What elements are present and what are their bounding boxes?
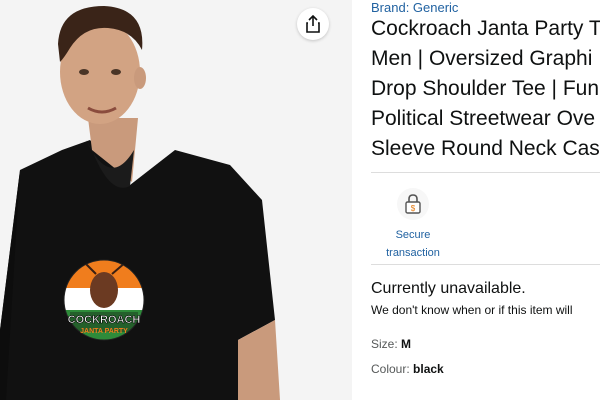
divider <box>371 264 600 265</box>
product-title-line: Political Streetwear Ove <box>371 107 596 130</box>
product-title: Cockroach Janta Party T Men | Oversized … <box>371 14 600 164</box>
colour-value: black <box>413 362 444 376</box>
availability-note: We don't know when or if this item will <box>371 303 573 317</box>
secure-label: Secure transaction <box>378 226 448 262</box>
product-title-line: Sleeve Round Neck Cas <box>371 137 600 160</box>
print-text-line2: JANTA PARTY <box>80 328 128 335</box>
lock-icon: $ <box>405 194 421 214</box>
brand-link[interactable]: Brand: Generic <box>371 0 458 15</box>
size-attribute: Size: M <box>371 337 411 351</box>
product-image-panel[interactable]: COCKROACH JANTA PARTY <box>0 0 352 400</box>
share-icon <box>306 15 320 33</box>
colour-label: Colour: <box>371 362 410 376</box>
product-title-line: Cockroach Janta Party T <box>371 17 600 40</box>
secure-label-line: Secure <box>395 229 431 241</box>
size-value: M <box>401 337 412 351</box>
print-text-line1: COCKROACH <box>68 314 141 326</box>
product-title-line: Men | Oversized Graphi <box>371 47 593 70</box>
availability-status: Currently unavailable. <box>371 280 526 297</box>
product-info-panel: Brand: Generic Cockroach Janta Party T M… <box>352 0 600 400</box>
divider <box>371 172 600 173</box>
colour-attribute: Colour: black <box>371 362 444 376</box>
lock-icon-container: $ <box>397 188 429 220</box>
product-title-line: Drop Shoulder Tee | Fun <box>371 77 600 100</box>
size-label: Size: <box>371 337 398 351</box>
secure-transaction-badge[interactable]: $ Secure transaction <box>378 188 448 262</box>
secure-label-line: transaction <box>386 247 440 259</box>
share-button[interactable] <box>297 8 329 40</box>
svg-text:$: $ <box>411 204 416 213</box>
product-image: COCKROACH JANTA PARTY <box>0 0 352 400</box>
